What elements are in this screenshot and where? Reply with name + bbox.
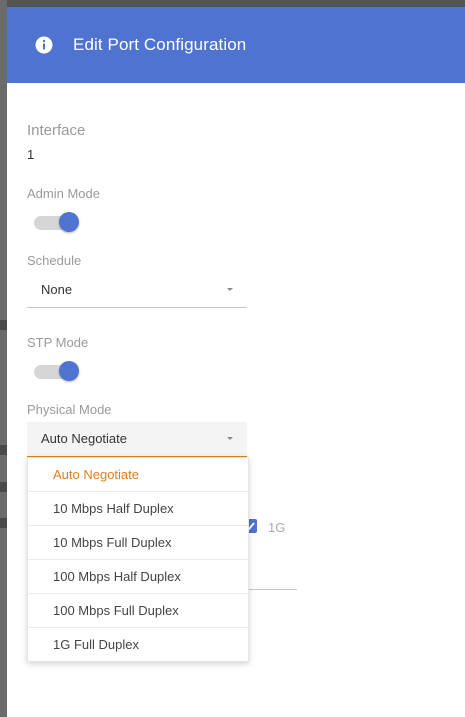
toggle-thumb [59,212,79,232]
background-page-edge [0,0,7,717]
admin-mode-label: Admin Mode [27,186,100,201]
admin-mode-toggle[interactable] [34,210,82,234]
input-underline [247,589,297,590]
schedule-select[interactable]: None [27,273,247,308]
schedule-select-value: None [41,282,73,297]
edit-port-dialog: Edit Port Configuration Interface 1 Admi… [7,7,465,717]
physical-mode-select-value: Auto Negotiate [41,431,128,446]
interface-value: 1 [27,147,35,162]
physical-mode-select[interactable]: Auto Negotiate [27,422,247,457]
chevron-down-icon [227,437,233,440]
dropdown-option-auto-negotiate[interactable]: Auto Negotiate [28,458,248,492]
dialog-header: Edit Port Configuration [7,7,465,83]
dropdown-option-100-full[interactable]: 100 Mbps Full Duplex [28,594,248,628]
speed-label: 1G [268,520,286,535]
stp-mode-toggle[interactable] [34,359,82,383]
dropdown-option-10-full[interactable]: 10 Mbps Full Duplex [28,526,248,560]
dropdown-option-10-half[interactable]: 10 Mbps Half Duplex [28,492,248,526]
interface-label: Interface [27,122,86,139]
background-page [0,0,465,7]
physical-mode-label: Physical Mode [27,402,112,417]
info-icon [35,36,53,54]
dialog-title: Edit Port Configuration [73,35,247,54]
toggle-thumb [59,361,79,381]
dropdown-option-100-half[interactable]: 100 Mbps Half Duplex [28,560,248,594]
schedule-label: Schedule [27,253,82,268]
stp-mode-label: STP Mode [27,335,89,350]
chevron-down-icon [227,288,233,291]
physical-mode-dropdown: Auto Negotiate 10 Mbps Half Duplex 10 Mb… [27,457,249,662]
dropdown-option-1g-full[interactable]: 1G Full Duplex [28,628,248,661]
